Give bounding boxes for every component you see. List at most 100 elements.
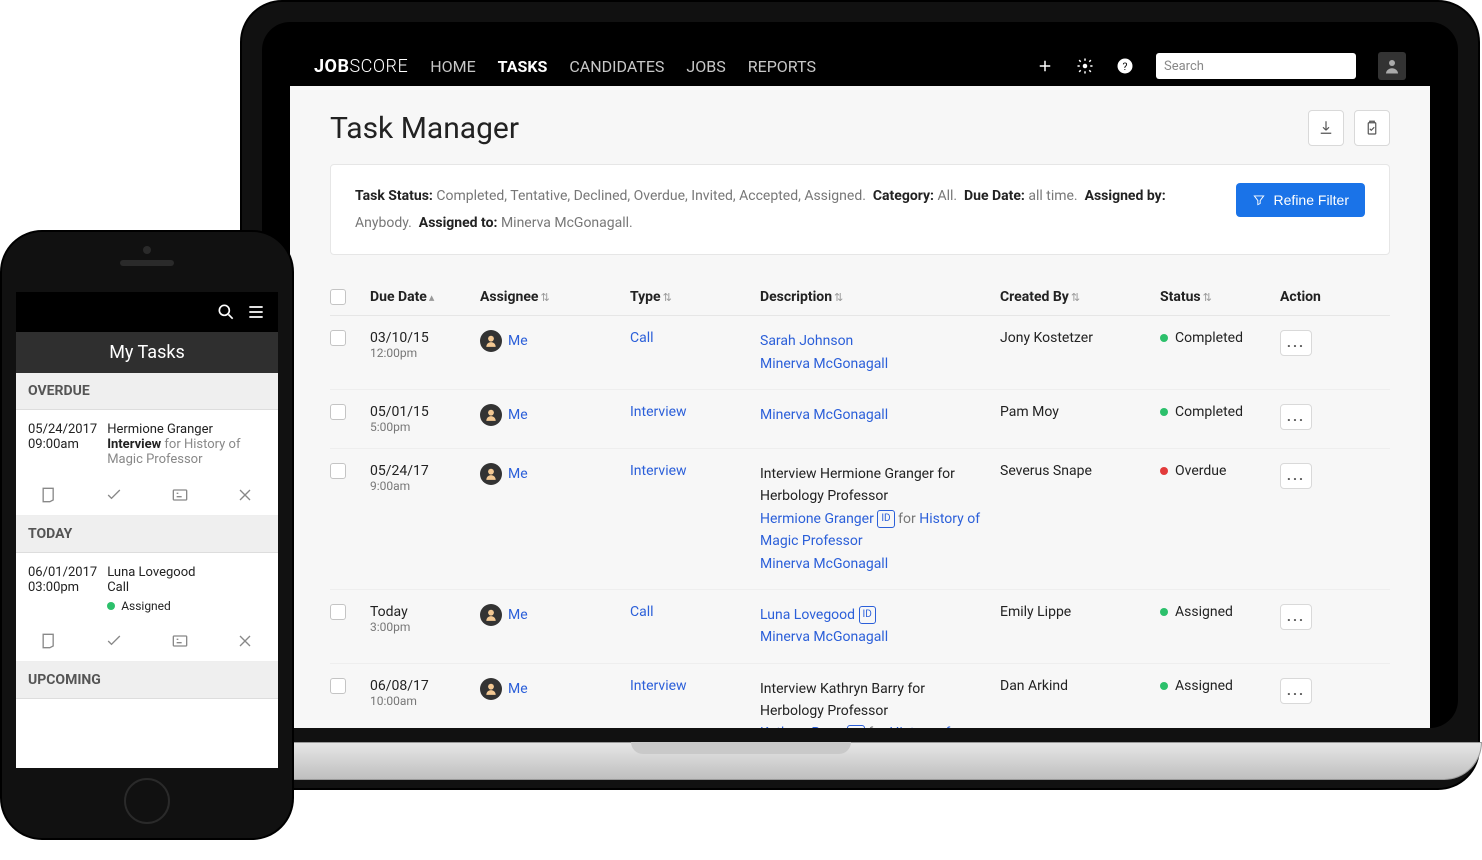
assignee-link[interactable]: Me xyxy=(508,466,528,482)
description-cell: Sarah JohnsonMinerva McGonagall xyxy=(760,330,990,375)
assignee-cell: Me xyxy=(480,678,620,700)
phone-speaker xyxy=(120,260,174,266)
assignee-link[interactable]: Me xyxy=(508,407,528,423)
type-link[interactable]: Call xyxy=(630,330,750,346)
mobile-navbar: JOBSCORE xyxy=(16,292,278,332)
row-checkbox[interactable] xyxy=(330,404,346,420)
search-icon[interactable] xyxy=(216,302,236,322)
row-checkbox[interactable] xyxy=(330,330,346,346)
phone-frame: JOBSCORE My Tasks OVERDUE 05/24/201709:0… xyxy=(0,230,294,840)
assignee-link[interactable]: Me xyxy=(508,607,528,623)
assignee-cell: Me xyxy=(480,463,620,485)
mobile-screen: JOBSCORE My Tasks OVERDUE 05/24/201709:0… xyxy=(16,292,278,768)
plus-icon[interactable] xyxy=(1036,57,1054,75)
laptop-bezel: JOBSCORE HOME TASKS CANDIDATES JOBS REPO… xyxy=(262,22,1458,728)
status-cell: Completed xyxy=(1160,404,1270,420)
type-link[interactable]: Call xyxy=(630,604,750,620)
nav-reports[interactable]: REPORTS xyxy=(748,57,816,76)
candidate-link[interactable]: Sarah Johnson xyxy=(760,330,990,352)
col-due-date[interactable]: Due Date▴ xyxy=(370,289,470,305)
page-title: Task Manager xyxy=(330,110,1390,146)
check-icon[interactable] xyxy=(104,631,124,651)
candidate-link[interactable]: Minerva McGonagall xyxy=(760,626,990,648)
table-row: 06/08/1710:00amMeInterviewInterview Kath… xyxy=(330,664,1390,728)
row-action-button[interactable]: ... xyxy=(1280,330,1312,356)
candidate-link[interactable]: Hermione Granger xyxy=(760,511,874,527)
mobile-page-title: My Tasks xyxy=(16,332,278,373)
row-checkbox[interactable] xyxy=(330,463,346,479)
card-icon[interactable] xyxy=(170,485,190,505)
col-assignee[interactable]: Assignee⇅ xyxy=(480,289,620,305)
table-row: 05/24/179:00amMeInterviewInterview Hermi… xyxy=(330,449,1390,590)
row-checkbox[interactable] xyxy=(330,604,346,620)
laptop-notch xyxy=(631,742,851,754)
description-cell: Luna Lovegood ID Minerva McGonagall xyxy=(760,604,990,649)
section-upcoming: UPCOMING xyxy=(16,662,278,699)
type-link[interactable]: Interview xyxy=(630,404,750,420)
mobile-task-actions xyxy=(16,475,278,516)
status-dot-icon xyxy=(1160,334,1168,342)
col-status[interactable]: Status⇅ xyxy=(1160,289,1270,305)
row-checkbox[interactable] xyxy=(330,678,346,694)
close-icon[interactable] xyxy=(235,631,255,651)
section-overdue: OVERDUE xyxy=(16,373,278,410)
type-link[interactable]: Interview xyxy=(630,678,750,694)
created-by-cell: Severus Snape xyxy=(1000,463,1150,479)
avatar-icon xyxy=(480,604,502,626)
nav-jobs[interactable]: JOBS xyxy=(686,57,725,76)
user-avatar[interactable] xyxy=(1378,52,1406,80)
candidate-link[interactable]: Luna Lovegood xyxy=(760,607,855,623)
search-input[interactable]: Search xyxy=(1156,53,1356,79)
candidate-link[interactable]: Minerva McGonagall xyxy=(760,553,990,575)
row-action-button[interactable]: ... xyxy=(1280,678,1312,704)
col-type[interactable]: Type⇅ xyxy=(630,289,750,305)
status-cell: Assigned xyxy=(1160,678,1270,694)
assignee-link[interactable]: Me xyxy=(508,333,528,349)
candidate-link[interactable]: Kathryn Barry xyxy=(760,725,844,728)
candidate-link[interactable]: Minerva McGonagall xyxy=(760,404,990,426)
gear-icon[interactable] xyxy=(1076,57,1094,75)
row-action-button[interactable]: ... xyxy=(1280,463,1312,489)
due-date-cell: 03/10/1512:00pm xyxy=(370,330,470,360)
due-date-cell: 05/01/155:00pm xyxy=(370,404,470,434)
nav-tasks[interactable]: TASKS xyxy=(498,57,548,76)
avatar-icon xyxy=(480,404,502,426)
nav-candidates[interactable]: CANDIDATES xyxy=(569,57,664,76)
status-dot-icon xyxy=(1160,467,1168,475)
logo: JOBSCORE xyxy=(314,56,408,77)
menu-icon[interactable] xyxy=(246,302,266,322)
task-table: Due Date▴ Assignee⇅ Type⇅ Description⇅ C… xyxy=(330,279,1390,728)
download-button[interactable] xyxy=(1308,110,1344,146)
created-by-cell: Pam Moy xyxy=(1000,404,1150,420)
row-action-button[interactable]: ... xyxy=(1280,404,1312,430)
type-link[interactable]: Interview xyxy=(630,463,750,479)
help-icon[interactable]: ? xyxy=(1116,57,1134,75)
table-row: Today3:00pmMeCallLuna Lovegood ID Minerv… xyxy=(330,590,1390,664)
filter-summary: Task Status: Completed, Tentative, Decli… xyxy=(355,183,1216,236)
phone-home-button[interactable] xyxy=(124,778,170,824)
status-cell: Overdue xyxy=(1160,463,1270,479)
mobile-task-actions xyxy=(16,621,278,662)
clipboard-button[interactable] xyxy=(1354,110,1390,146)
note-icon[interactable] xyxy=(39,485,59,505)
row-action-button[interactable]: ... xyxy=(1280,604,1312,630)
nav-home[interactable]: HOME xyxy=(430,57,475,76)
close-icon[interactable] xyxy=(235,485,255,505)
status-dot-icon xyxy=(1160,682,1168,690)
col-action: Action xyxy=(1280,289,1340,305)
check-icon[interactable] xyxy=(104,485,124,505)
candidate-link[interactable]: Minerva McGonagall xyxy=(760,353,990,375)
assignee-link[interactable]: Me xyxy=(508,681,528,697)
description-cell: Interview Kathryn Barry for Herbology Pr… xyxy=(760,678,990,728)
col-description[interactable]: Description⇅ xyxy=(760,289,990,305)
mobile-task-item[interactable]: 05/24/201709:00am Hermione Granger Inter… xyxy=(16,410,278,475)
refine-filter-button[interactable]: Refine Filter xyxy=(1236,183,1365,217)
note-icon[interactable] xyxy=(39,631,59,651)
description-cell: Interview Hermione Granger for Herbology… xyxy=(760,463,990,575)
col-created-by[interactable]: Created By⇅ xyxy=(1000,289,1150,305)
avatar-icon xyxy=(480,463,502,485)
card-icon[interactable] xyxy=(170,631,190,651)
id-badge-icon: ID xyxy=(877,510,894,528)
mobile-task-item[interactable]: 06/01/201703:00pm Luna Lovegood Call Ass… xyxy=(16,553,278,621)
select-all-checkbox[interactable] xyxy=(330,289,346,305)
